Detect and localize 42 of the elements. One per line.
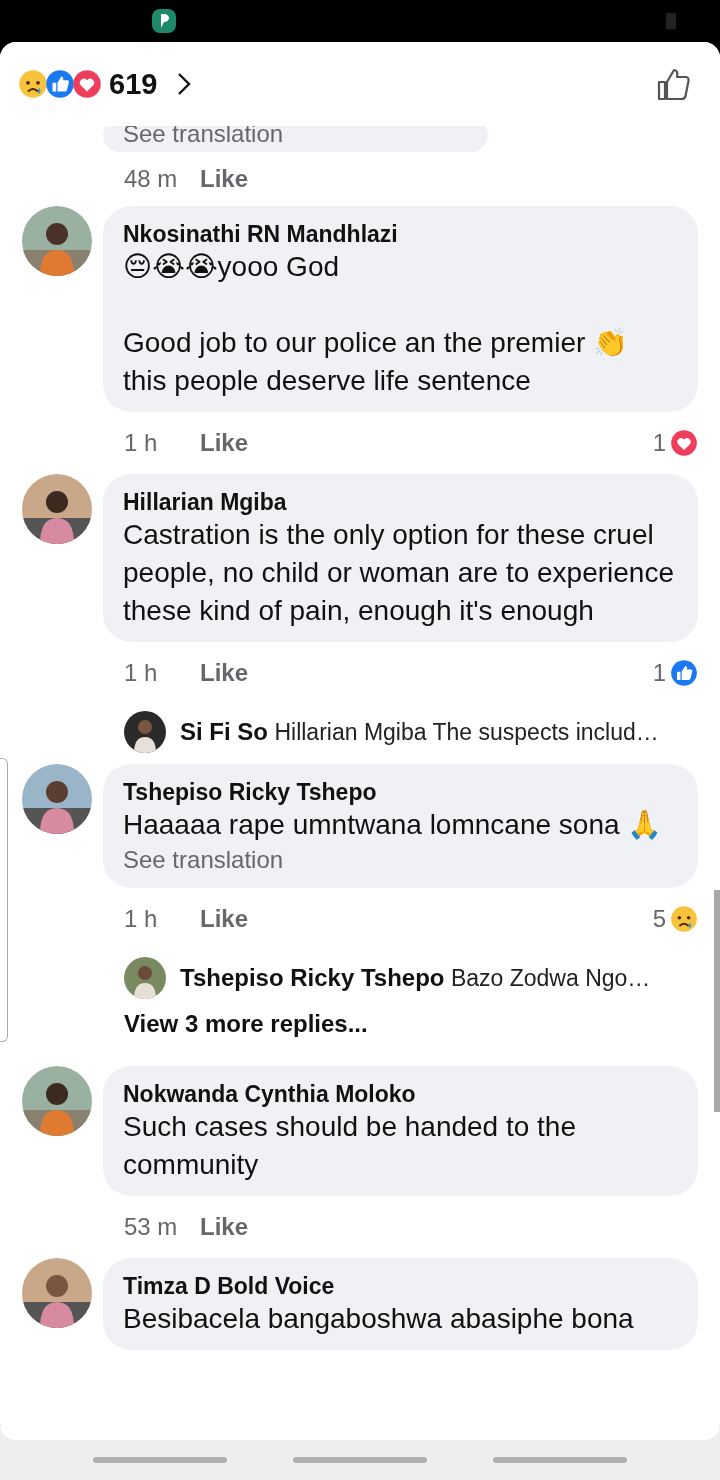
sad-reaction-icon xyxy=(670,905,698,933)
reaction-count[interactable]: 619 xyxy=(109,67,158,101)
comment-time: 53 m xyxy=(124,1213,179,1241)
commenter-name[interactable]: Nokwanda Cynthia Moloko xyxy=(123,1080,678,1108)
sad-reaction-icon xyxy=(18,69,48,99)
commenter-name[interactable]: Tshepiso Ricky Tshepo xyxy=(123,778,678,806)
comment-text: Castration is the only option for these cruel people, no child or woman are to experience these kind of pain, enough it's enough xyxy=(123,518,675,628)
commenter-name[interactable]: Hillarian Mgiba xyxy=(123,488,678,516)
like-reaction-icon xyxy=(670,659,698,687)
comment-text: Such cases should be handed to the community xyxy=(123,1110,577,1182)
like-link[interactable]: Like xyxy=(200,1213,249,1241)
scrollbar[interactable] xyxy=(714,890,720,1112)
nav-tab-bar[interactable] xyxy=(93,1457,227,1463)
comment-time: 1 h xyxy=(124,659,159,687)
chevron-right-icon[interactable] xyxy=(177,71,192,97)
reaction-count[interactable]: 5 xyxy=(652,905,666,933)
comment-text: Besibacela bangaboshwa abasiphe bona xyxy=(123,1302,635,1336)
comment-time: 1 h xyxy=(124,905,159,933)
like-link[interactable]: Like xyxy=(200,905,249,933)
nav-tab-bar[interactable] xyxy=(293,1457,427,1463)
comment-time: 48 m xyxy=(124,165,179,193)
like-link[interactable]: Like xyxy=(200,165,249,193)
commenter-name[interactable]: Nkosinathi RN Mandhlazi xyxy=(123,220,678,248)
reaction-count[interactable]: 1 xyxy=(652,659,666,687)
like-link[interactable]: Like xyxy=(200,659,249,687)
like-link[interactable]: Like xyxy=(200,429,249,457)
comment-time: 1 h xyxy=(124,429,159,457)
love-reaction-icon xyxy=(72,69,102,99)
reply-preview[interactable]: Tshepiso Ricky Tshepo Bazo Zodwa Ngo… xyxy=(180,964,651,992)
battery-icon xyxy=(666,12,676,30)
commenter-name[interactable]: Timza D Bold Voice xyxy=(123,1272,678,1300)
see-translation-link[interactable]: See translation xyxy=(123,844,678,876)
nav-tab-bar[interactable] xyxy=(493,1457,627,1463)
comment-text: 😔😭😭yooo God Good job to our police an the premier 👏 this people deserve life sentence xyxy=(123,250,630,398)
app-icon xyxy=(152,9,176,33)
reaction-count[interactable]: 1 xyxy=(652,429,666,457)
reply-preview[interactable]: Si Fi So Hillarian Mgiba The suspects includ… xyxy=(180,718,659,746)
view-more-replies-link[interactable]: View 3 more replies... xyxy=(124,1010,368,1037)
like-reaction-icon xyxy=(45,69,75,99)
thumbs-up-icon[interactable] xyxy=(656,66,692,102)
comment-text: Haaaaa rape umntwana lomncane sona 🙏 xyxy=(123,808,664,842)
love-reaction-icon xyxy=(670,429,698,457)
